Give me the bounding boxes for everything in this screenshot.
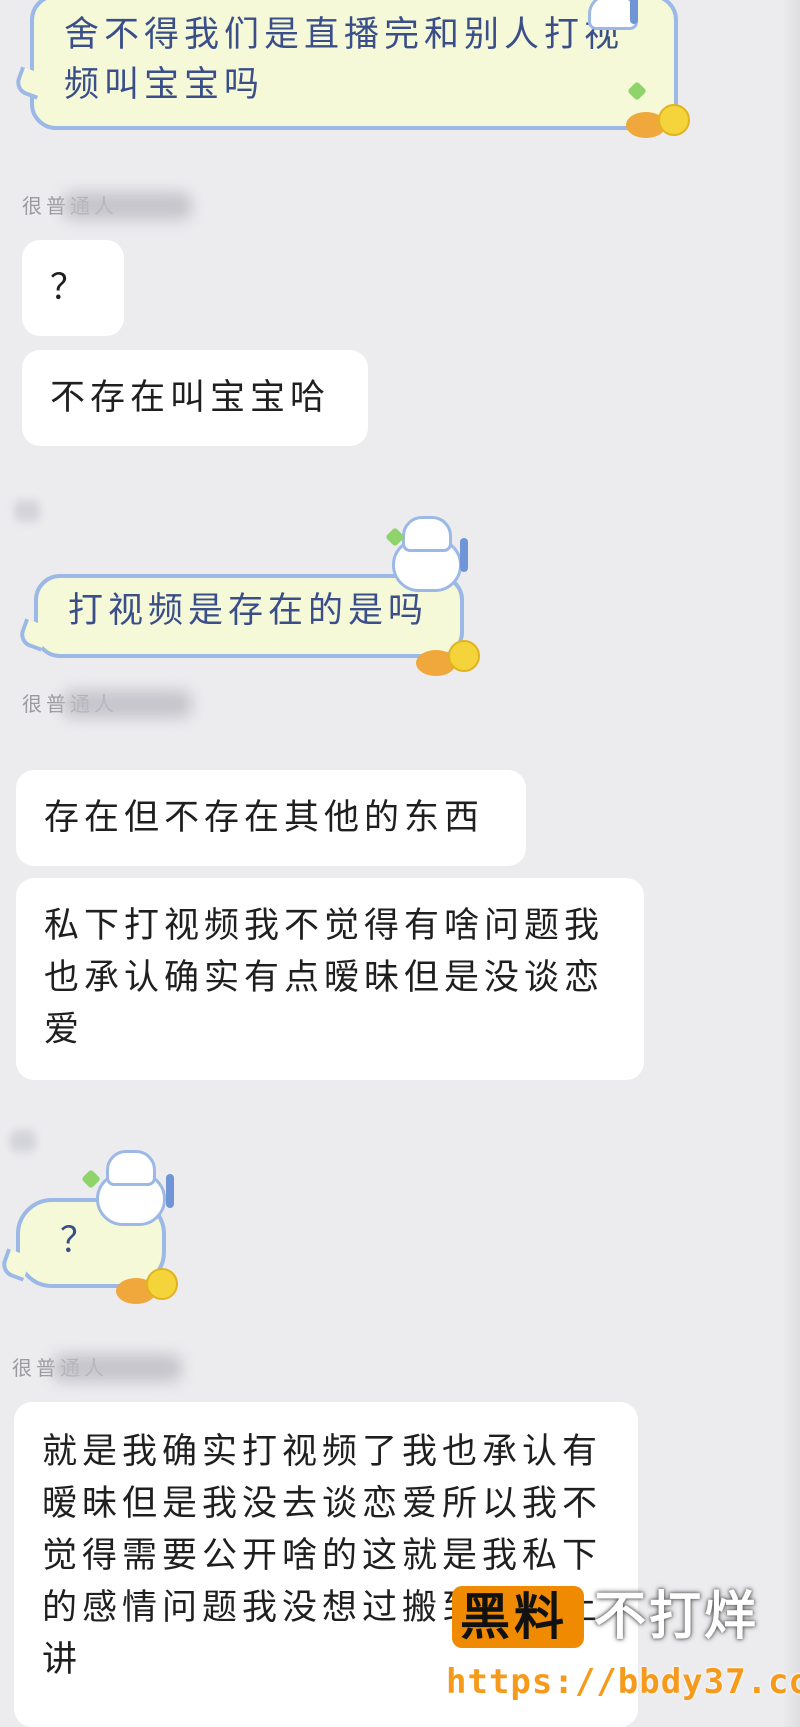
sender-name: 很普通人: [12, 1352, 182, 1386]
received-message-bubble[interactable]: 私下打视频我不觉得有啥问题我也承认确实有点暧昧但是没谈恋爱: [16, 878, 644, 1080]
received-message-bubble[interactable]: 存在但不存在其他的东西: [16, 770, 526, 866]
received-message-text: 私下打视频我不觉得有啥问题我也承认确实有点暧昧但是没谈恋爱: [44, 906, 605, 1050]
sent-message-text: 舍不得我们是直播完和别人打视频叫宝宝吗: [64, 15, 625, 105]
name-blur-mask: [62, 192, 192, 220]
watermark-text: 不打烊: [594, 1587, 760, 1647]
received-message-text: 存在但不存在其他的东西: [44, 798, 485, 838]
bubble-tail: [12, 66, 46, 100]
sender-name: 很普通人: [22, 190, 192, 224]
status-blur-mask: [10, 1130, 36, 1152]
bubble-tail: [16, 618, 50, 652]
chef-hat-icon: [106, 1150, 156, 1186]
sent-message-bubble[interactable]: 舍不得我们是直播完和别人打视频叫宝宝吗: [12, 0, 690, 138]
sent-message-bubble[interactable]: ？: [0, 1150, 178, 1304]
watermark-url: https://bbdy37.com: [446, 1662, 800, 1702]
bubble-tail: [0, 1248, 32, 1282]
watermark-badge: 黑料: [452, 1586, 584, 1648]
sent-message-bubble[interactable]: 打视频是存在的是吗: [16, 516, 480, 676]
sent-message-text: 打视频是存在的是吗: [68, 591, 429, 631]
spoon-icon: [630, 0, 638, 24]
coin-icon: [146, 1268, 178, 1300]
coin-icon: [658, 104, 690, 136]
watermark-badge-text: 黑料: [460, 1588, 568, 1646]
sparkle-icon: [627, 81, 647, 101]
chef-hat-icon: [402, 516, 452, 552]
name-blur-mask: [62, 690, 192, 718]
screen-edge-shade: [782, 0, 800, 1727]
name-blur-mask: [52, 1354, 182, 1382]
received-message-bubble[interactable]: ？: [22, 240, 124, 336]
received-message-text: 不存在叫宝宝哈: [50, 378, 331, 418]
sender-name: 很普通人: [22, 688, 192, 722]
received-message-text: ？: [50, 268, 91, 308]
received-message-bubble[interactable]: 不存在叫宝宝哈: [22, 350, 368, 446]
status-blur-mask: [14, 500, 40, 522]
coin-icon: [448, 640, 480, 672]
spoon-icon: [166, 1174, 174, 1208]
spoon-icon: [460, 538, 468, 572]
